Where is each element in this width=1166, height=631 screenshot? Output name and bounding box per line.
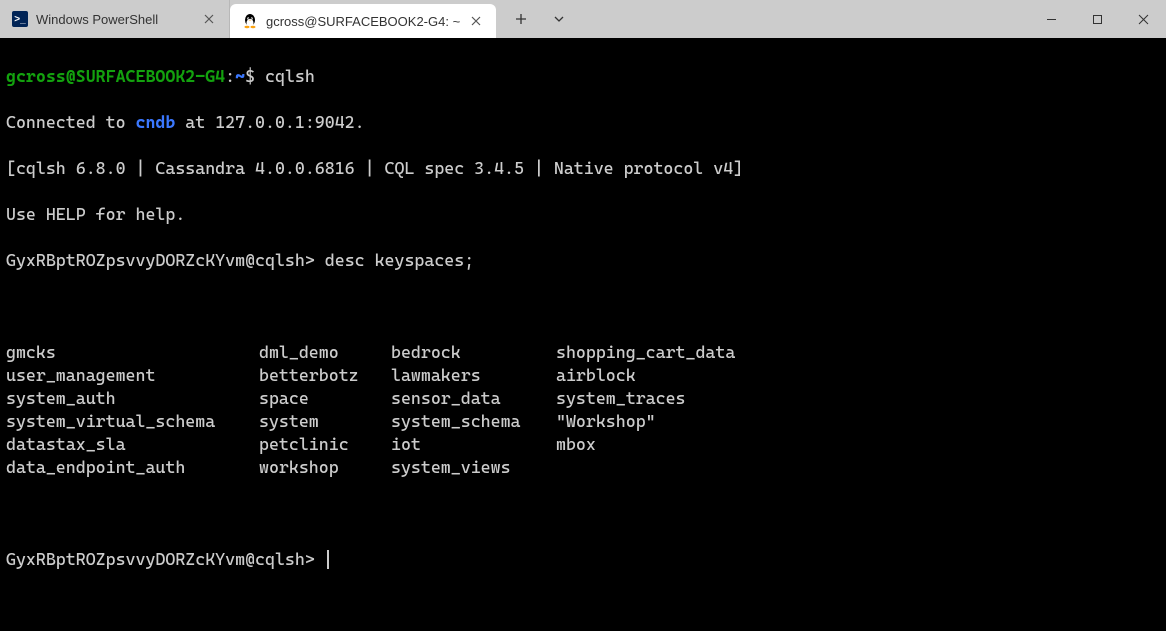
terminal-line: gcross@SURFACEBOOK2-G4:~$ cqlsh xyxy=(6,65,1160,88)
keyspace-name: data_endpoint_auth xyxy=(6,456,259,479)
keyspace-name: datastax_sla xyxy=(6,433,259,456)
cursor xyxy=(327,550,329,569)
tab-title: Windows PowerShell xyxy=(36,12,193,27)
keyspace-name: user_management xyxy=(6,364,259,387)
cluster-name: cndb xyxy=(136,112,176,132)
keyspace-name: iot xyxy=(391,433,556,456)
keyspace-name: space xyxy=(259,387,391,410)
tab-powershell[interactable]: >_ Windows PowerShell xyxy=(0,0,230,38)
prompt-path: ~ xyxy=(235,66,245,86)
keyspace-list: gmcksdml_demobedrockshopping_cart_dataus… xyxy=(6,341,1160,479)
keyspace-row: system_authspacesensor_datasystem_traces xyxy=(6,387,1160,410)
keyspace-name: system_traces xyxy=(556,387,1160,410)
terminal-line: Use HELP for help. xyxy=(6,203,1160,226)
keyspace-name: system_schema xyxy=(391,410,556,433)
terminal-line: [cqlsh 6.8.0 | Cassandra 4.0.0.6816 | CQ… xyxy=(6,157,1160,180)
keyspace-name: workshop xyxy=(259,456,391,479)
keyspace-row: user_managementbetterbotzlawmakersairblo… xyxy=(6,364,1160,387)
keyspace-name xyxy=(556,456,1160,479)
close-window-button[interactable] xyxy=(1120,0,1166,38)
powershell-icon: >_ xyxy=(12,11,28,27)
keyspace-name: system_auth xyxy=(6,387,259,410)
keyspace-name: lawmakers xyxy=(391,364,556,387)
prompt-dollar: $ xyxy=(245,66,255,86)
tab-linux-terminal[interactable]: gcross@SURFACEBOOK2-G4: ~ xyxy=(230,4,496,38)
keyspace-row: gmcksdml_demobedrockshopping_cart_data xyxy=(6,341,1160,364)
minimize-button[interactable] xyxy=(1028,0,1074,38)
terminal-line: Connected to cndb at 127.0.0.1:9042. xyxy=(6,111,1160,134)
command-text: desc keyspaces; xyxy=(325,250,474,270)
tab-title: gcross@SURFACEBOOK2-G4: ~ xyxy=(266,14,460,29)
keyspace-name: dml_demo xyxy=(259,341,391,364)
cqlsh-prompt: GyxRBptROZpsvvyDORZcKYvm@cqlsh> xyxy=(6,549,315,569)
terminal-line xyxy=(6,295,1160,318)
maximize-button[interactable] xyxy=(1074,0,1120,38)
terminal-line xyxy=(6,502,1160,525)
terminal-line: GyxRBptROZpsvvyDORZcKYvm@cqlsh> desc key… xyxy=(6,249,1160,272)
tux-icon xyxy=(242,13,258,29)
titlebar: >_ Windows PowerShell gcross@SURFACEBOOK… xyxy=(0,0,1166,38)
close-icon[interactable] xyxy=(468,13,484,29)
new-tab-button[interactable] xyxy=(504,2,538,36)
close-icon[interactable] xyxy=(201,11,217,27)
keyspace-name: system_virtual_schema xyxy=(6,410,259,433)
command-text: cqlsh xyxy=(265,66,315,86)
prompt-user-host: gcross@SURFACEBOOK2-G4 xyxy=(6,66,225,86)
keyspace-name: mbox xyxy=(556,433,1160,456)
keyspace-row: data_endpoint_authworkshopsystem_views xyxy=(6,456,1160,479)
keyspace-name: system_views xyxy=(391,456,556,479)
keyspace-row: system_virtual_schemasystemsystem_schema… xyxy=(6,410,1160,433)
keyspace-name: shopping_cart_data xyxy=(556,341,1160,364)
keyspace-name: sensor_data xyxy=(391,387,556,410)
tab-dropdown-button[interactable] xyxy=(542,2,576,36)
window-controls xyxy=(1028,0,1166,38)
terminal-line: GyxRBptROZpsvvyDORZcKYvm@cqlsh> xyxy=(6,548,1160,571)
keyspace-name: airblock xyxy=(556,364,1160,387)
keyspace-row: datastax_slapetcliniciotmbox xyxy=(6,433,1160,456)
keyspace-name: bedrock xyxy=(391,341,556,364)
keyspace-name: "Workshop" xyxy=(556,410,1160,433)
keyspace-name: gmcks xyxy=(6,341,259,364)
tab-actions xyxy=(496,0,576,38)
prompt-sep: : xyxy=(225,66,235,86)
keyspace-name: betterbotz xyxy=(259,364,391,387)
cqlsh-prompt: GyxRBptROZpsvvyDORZcKYvm@cqlsh> xyxy=(6,250,315,270)
keyspace-name: system xyxy=(259,410,391,433)
terminal-output[interactable]: gcross@SURFACEBOOK2-G4:~$ cqlsh Connecte… xyxy=(0,38,1166,598)
keyspace-name: petclinic xyxy=(259,433,391,456)
